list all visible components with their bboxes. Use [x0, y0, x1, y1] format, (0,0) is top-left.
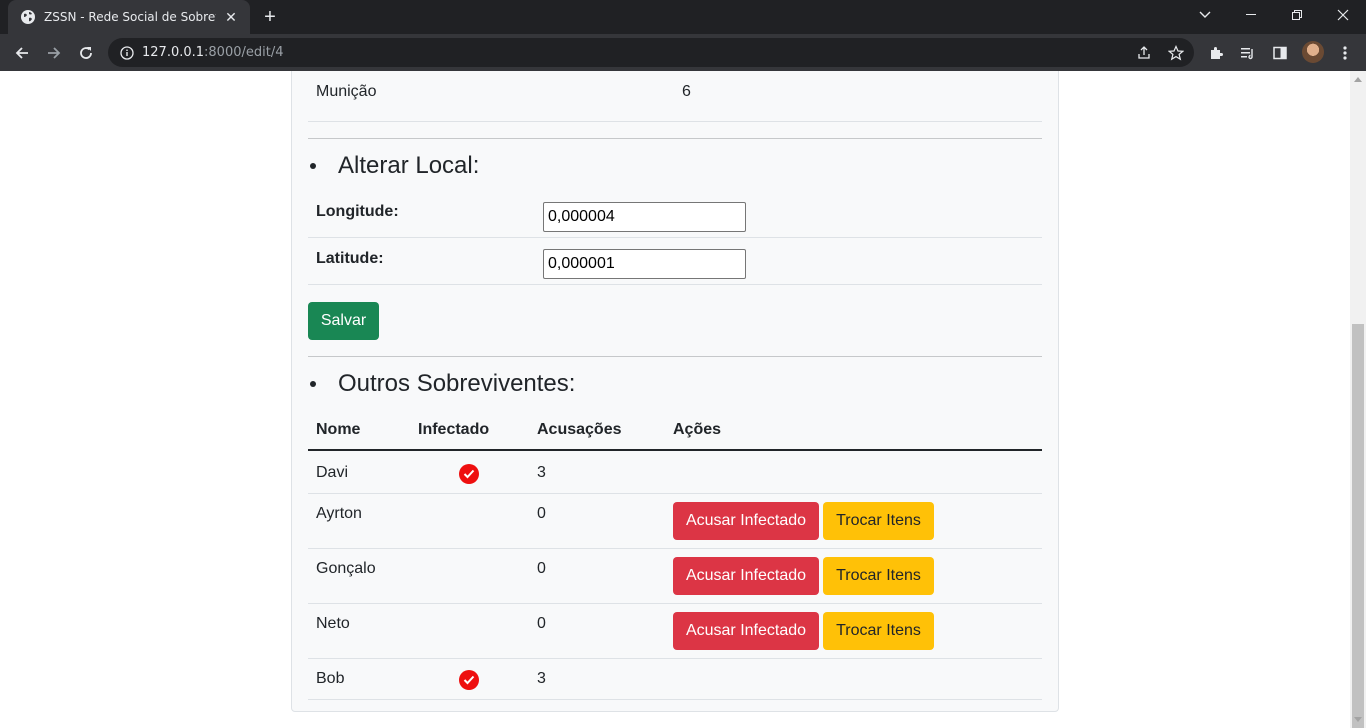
side-panel-icon[interactable] [1269, 42, 1291, 64]
municao-value: 6 [682, 83, 691, 100]
accusation-count: 0 [537, 560, 546, 577]
divider [308, 138, 1042, 139]
forward-icon[interactable] [40, 39, 68, 67]
alterar-local-text: Alterar Local: [338, 152, 480, 179]
url-text: 127.0.0.1:8000/edit/4 [142, 45, 284, 60]
outros-sobreviventes-heading: Outros Sobreviventes: [308, 370, 575, 398]
bullet-icon [310, 163, 316, 169]
reading-list-icon[interactable] [1237, 42, 1259, 64]
scroll-down-icon[interactable] [1354, 717, 1362, 722]
trade-items-button[interactable]: Trocar Itens [823, 557, 934, 595]
table-row: Ayrton 0 Acusar Infectado Trocar Itens [308, 494, 1042, 549]
accuse-infected-button[interactable]: Acusar Infectado [673, 612, 819, 650]
globe-icon [20, 9, 36, 25]
browser-toolbar: 127.0.0.1:8000/edit/4 [0, 34, 1366, 71]
survivor-name: Davi [316, 464, 349, 481]
survivor-card: Munição 6 Alterar Local: Longitude: Lati… [291, 71, 1059, 712]
close-tab-icon[interactable]: ✕ [222, 9, 240, 26]
restore-icon[interactable] [1274, 0, 1320, 30]
accusation-count: 3 [537, 670, 546, 687]
municao-label: Munição [316, 83, 377, 100]
longitude-row: Longitude: [308, 191, 1042, 238]
latitude-row: Latitude: [308, 238, 1042, 285]
table-row: Davi 3 [308, 453, 1042, 494]
bookmark-star-icon[interactable] [1165, 42, 1187, 64]
survivor-name: Neto [316, 615, 350, 632]
scroll-up-icon[interactable] [1354, 77, 1362, 82]
col-nome: Nome [316, 421, 361, 438]
address-bar[interactable]: 127.0.0.1:8000/edit/4 [108, 38, 1194, 67]
col-acoes: Ações [673, 421, 722, 438]
browser-tab[interactable]: ZSSN - Rede Social de Sobreviventes ✕ [8, 0, 250, 34]
tab-search-icon[interactable] [1182, 0, 1228, 30]
extensions-icon[interactable] [1205, 42, 1227, 64]
col-acusacoes: Acusações [537, 421, 622, 438]
longitude-label: Longitude: [316, 203, 399, 220]
accusation-count: 0 [537, 505, 546, 522]
close-window-icon[interactable] [1320, 0, 1366, 30]
longitude-input[interactable] [543, 202, 746, 232]
table-row: Neto 0 Acusar Infectado Trocar Itens [308, 604, 1042, 659]
divider [308, 356, 1042, 357]
trade-items-button[interactable]: Trocar Itens [823, 502, 934, 540]
table-row: Bob 3 [308, 659, 1042, 700]
alterar-local-heading: Alterar Local: [308, 152, 479, 180]
accuse-infected-button[interactable]: Acusar Infectado [673, 557, 819, 595]
inventory-row-municao: Munição 6 [308, 72, 1042, 122]
trade-items-button[interactable]: Trocar Itens [823, 612, 934, 650]
minimize-icon[interactable] [1228, 0, 1274, 30]
survivor-name: Bob [316, 670, 345, 687]
url-host: 127.0.0.1 [142, 45, 205, 60]
scrollbar-thumb[interactable] [1352, 324, 1364, 728]
url-path: :8000/edit/4 [204, 45, 284, 60]
infected-check-icon [459, 670, 479, 690]
page-scrollbar[interactable] [1350, 71, 1366, 728]
outros-sobreviventes-text: Outros Sobreviventes: [338, 370, 576, 397]
accusation-count: 3 [537, 464, 546, 481]
tab-title: ZSSN - Rede Social de Sobreviventes [44, 10, 216, 24]
col-infectado: Infectado [418, 421, 490, 438]
save-button[interactable]: Salvar [308, 302, 379, 340]
back-icon[interactable] [8, 39, 36, 67]
accusation-count: 0 [537, 615, 546, 632]
latitude-label: Latitude: [316, 250, 384, 267]
profile-avatar[interactable] [1302, 41, 1324, 63]
browser-tabstrip: ZSSN - Rede Social de Sobreviventes ✕ + [0, 0, 1366, 34]
new-tab-icon[interactable]: + [258, 6, 282, 28]
survivor-name: Gonçalo [316, 560, 376, 577]
table-row: Gonçalo 0 Acusar Infectado Trocar Itens [308, 549, 1042, 604]
menu-kebab-icon[interactable] [1334, 42, 1356, 64]
page-viewport: Munição 6 Alterar Local: Longitude: Lati… [0, 71, 1350, 728]
survivors-table-header: Nome Infectado Acusações Ações [308, 411, 1042, 451]
infected-check-icon [459, 464, 479, 484]
info-icon[interactable] [120, 45, 134, 60]
latitude-input[interactable] [543, 249, 746, 279]
share-icon[interactable] [1133, 42, 1155, 64]
reload-icon[interactable] [72, 39, 100, 67]
accuse-infected-button[interactable]: Acusar Infectado [673, 502, 819, 540]
bullet-icon [310, 381, 316, 387]
survivor-name: Ayrton [316, 505, 362, 522]
